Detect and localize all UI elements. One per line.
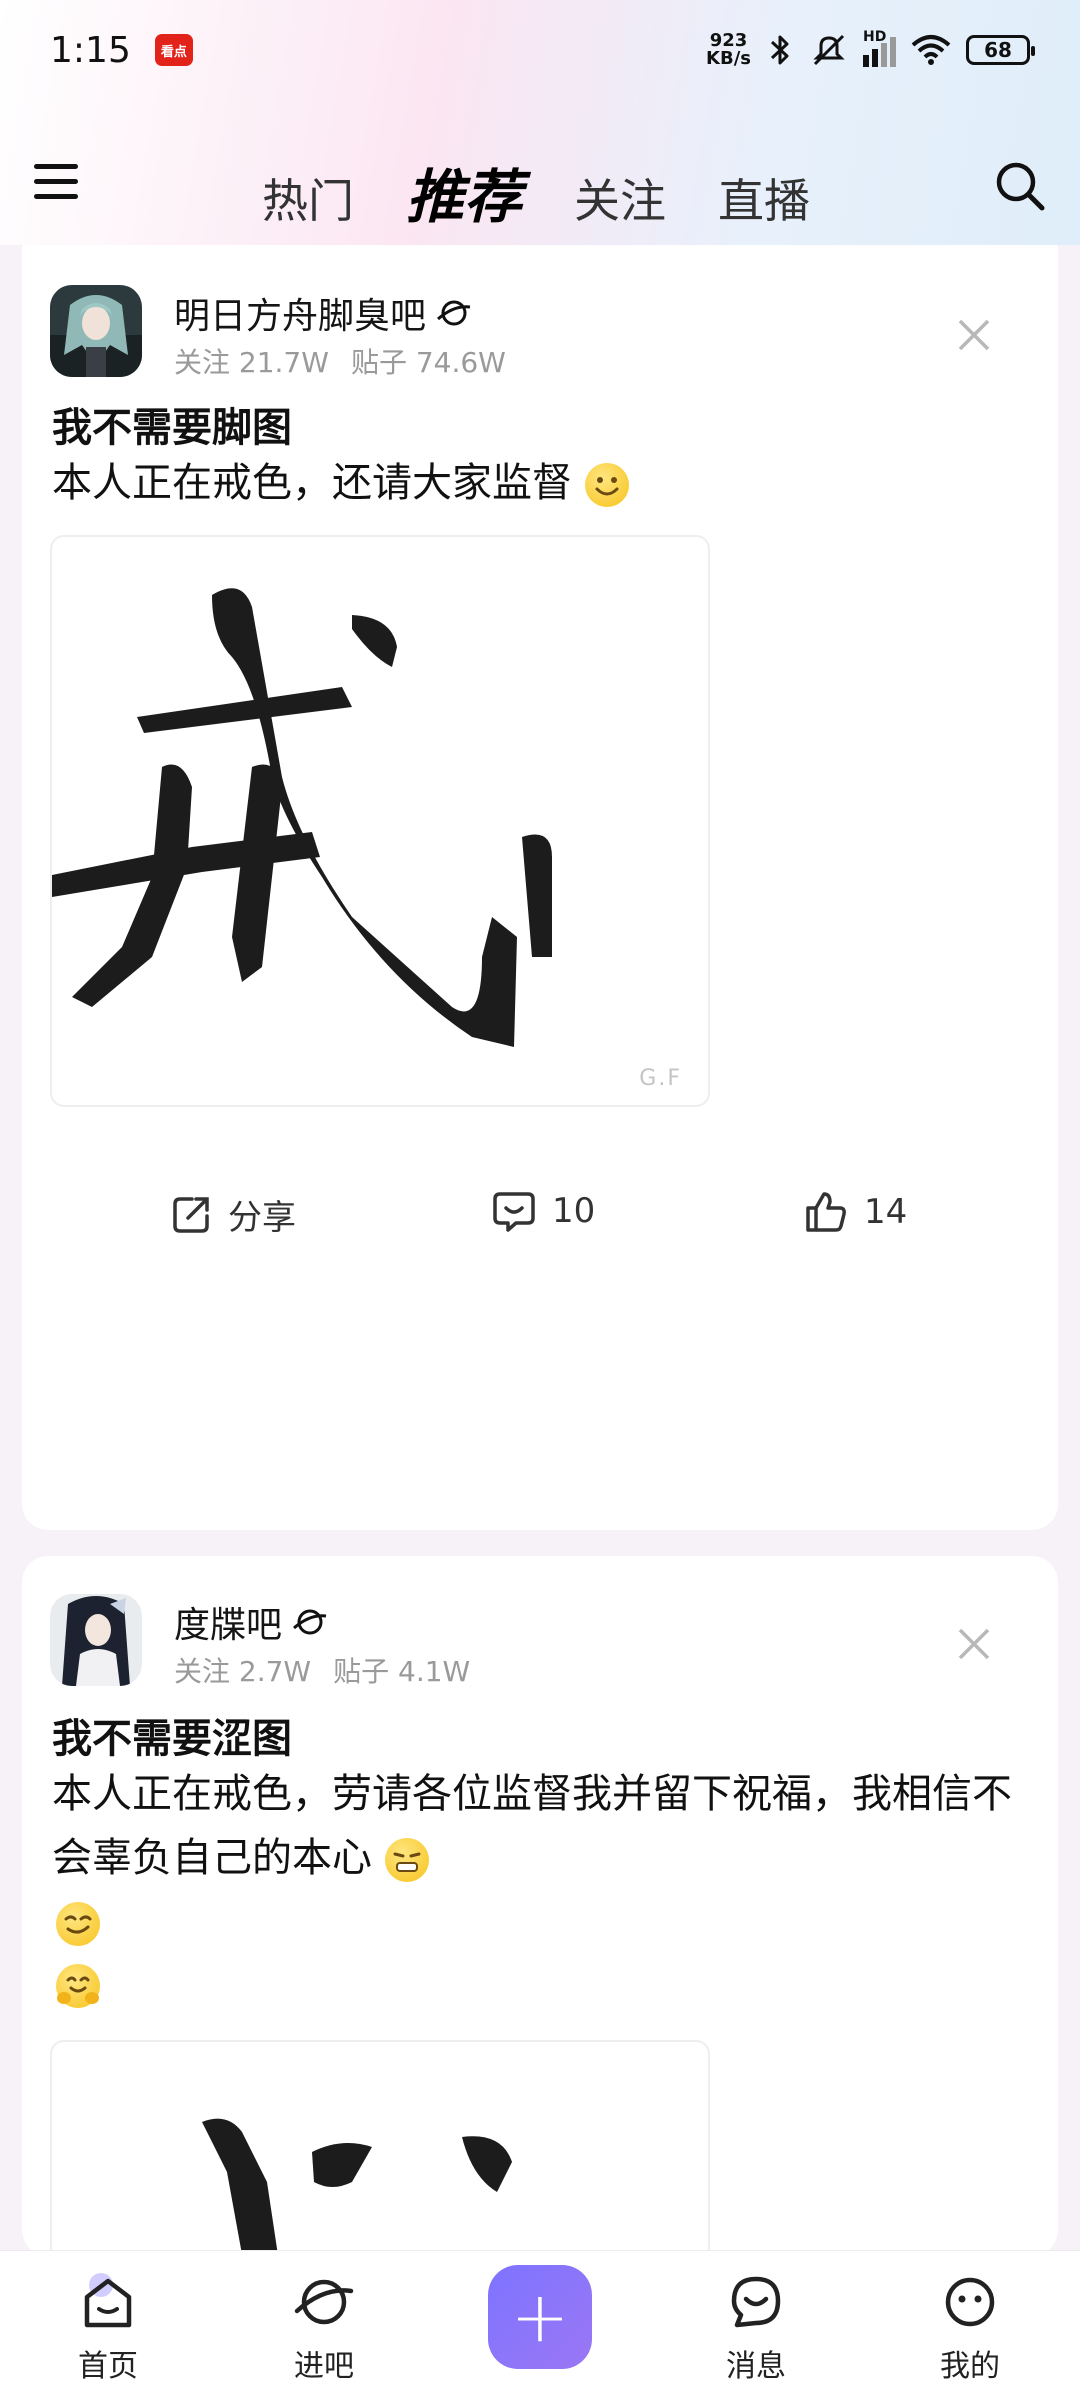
wifi-icon [911, 35, 951, 65]
like-count: 14 [864, 1192, 908, 1232]
news-app-icon: 看点 [154, 34, 193, 66]
post-image-gif[interactable]: G.F [50, 535, 710, 1107]
nav-forums[interactable]: 进吧 [254, 2251, 394, 2400]
share-button[interactable]: 分享 [170, 1190, 296, 1239]
forum-stats: 关注 21.7W 贴子 74.6W [174, 341, 506, 381]
planet-badge-icon [293, 1609, 327, 1635]
post-count: 贴子 4.1W [333, 1655, 471, 1688]
create-post-button[interactable]: + [488, 2265, 592, 2369]
top-nav: 热门 推荐 关注 直播 [0, 130, 1080, 240]
follow-count: 关注 21.7W [174, 346, 329, 379]
post-count: 贴子 74.6W [350, 346, 506, 379]
comment-count: 10 [552, 1191, 596, 1231]
signal-hd-label: HD [863, 29, 887, 45]
close-icon [958, 319, 990, 351]
dismiss-post-button[interactable] [954, 1624, 994, 1664]
post-body-text: 本人正在戒色，劳请各位监督我并留下祝福，我相信不会辜负自己的本心 [52, 1771, 1012, 1881]
forum-name-text: 度牒吧 [174, 1605, 283, 1646]
dismiss-post-button[interactable] [954, 315, 994, 355]
forum-avatar[interactable] [50, 1594, 142, 1686]
hamburger-icon [34, 164, 78, 169]
tab-following[interactable]: 关注 [574, 165, 666, 231]
planet-icon [294, 2279, 354, 2325]
grimace-emoji-icon [384, 1838, 429, 1882]
tab-hot[interactable]: 热门 [262, 165, 354, 231]
calligraphy-character-image [52, 588, 552, 1047]
share-icon [173, 1196, 209, 1233]
nav-messages[interactable]: 消息 [686, 2251, 826, 2400]
forum-avatar[interactable] [50, 285, 142, 377]
network-speed: 923 KB/s [706, 32, 751, 68]
post-header: 明日方舟脚臭吧 关注 21.7W 贴子 74.6W [50, 285, 1030, 379]
mute-icon [813, 34, 845, 66]
feed-tabs: 热门 推荐 关注 直播 [262, 150, 810, 240]
forum-stats: 关注 2.7W 贴子 4.1W [174, 1650, 470, 1690]
smirk-emoji-icon [56, 1902, 100, 1946]
home-icon [84, 2273, 132, 2328]
nav-messages-label: 消息 [726, 2349, 786, 2384]
comment-button[interactable]: 10 [492, 1190, 595, 1232]
post-image[interactable] [50, 2040, 710, 2280]
post-header: 度牒吧 关注 2.7W 贴子 4.1W [50, 1594, 1030, 1688]
nav-home-label: 首页 [78, 2349, 138, 2384]
plus-icon: + [510, 2276, 570, 2358]
status-bar: 1:15 看点 923 KB/s HD 68 [0, 0, 1080, 100]
nav-profile[interactable]: 我的 [900, 2251, 1040, 2400]
calligraphy-character-image [202, 2118, 512, 2278]
bluetooth-icon [770, 35, 789, 65]
forum-name-text: 明日方舟脚臭吧 [174, 296, 427, 337]
battery-level: 68 [984, 38, 1012, 62]
comment-icon [493, 1192, 535, 1232]
post-title[interactable]: 我不需要脚图 [52, 395, 292, 453]
smile-emoji-icon [584, 463, 629, 507]
planet-badge-icon [437, 300, 471, 326]
network-speed-unit: KB/s [706, 48, 751, 69]
nav-profile-label: 我的 [940, 2349, 1000, 2384]
post-body[interactable]: 本人正在戒色，劳请各位监督我并留下祝福，我相信不会辜负自己的本心 [52, 1762, 1042, 1890]
nav-home[interactable]: 首页 [38, 2251, 178, 2400]
profile-icon [945, 2277, 995, 2327]
search-icon [996, 162, 1045, 211]
hamburger-menu-button[interactable] [34, 164, 78, 204]
post-body[interactable]: 本人正在戒色，还请大家监督 [52, 451, 1042, 515]
post-card[interactable]: 度牒吧 关注 2.7W 贴子 4.1W 我不需要涩图 本人正在戒色，劳请各位监督… [22, 1556, 1058, 2280]
share-label: 分享 [228, 1198, 296, 1238]
post-card[interactable]: 明日方舟脚臭吧 关注 21.7W 贴子 74.6W 我不需要脚图 本人正在戒色，… [22, 245, 1058, 1530]
hug-emoji-icon [56, 1964, 100, 2008]
thumbs-up-icon [806, 1192, 846, 1232]
forum-name[interactable]: 度牒吧 [174, 1596, 328, 1648]
gif-badge: G.F [639, 1066, 682, 1091]
post-title[interactable]: 我不需要涩图 [52, 1706, 292, 1764]
battery-indicator: 68 [966, 35, 1035, 65]
like-button[interactable]: 14 [804, 1190, 907, 1234]
tab-live[interactable]: 直播 [718, 165, 810, 231]
follow-count: 关注 2.7W [174, 1655, 312, 1688]
close-icon [958, 1628, 990, 1660]
bottom-nav: 首页 进吧 + 消息 我的 [0, 2250, 1080, 2400]
tab-recommend[interactable]: 推荐 [406, 150, 522, 240]
nav-forums-label: 进吧 [294, 2349, 354, 2384]
signal-indicator: HD [863, 29, 896, 67]
message-icon [731, 2276, 781, 2328]
post-action-bar: 分享 10 14 [22, 1190, 1058, 1270]
status-indicators: 923 KB/s HD 68 [706, 29, 1035, 68]
post-body-text: 本人正在戒色，还请大家监督 [52, 460, 572, 506]
status-time: 1:15 [50, 29, 131, 71]
forum-name[interactable]: 明日方舟脚臭吧 [174, 287, 472, 339]
search-button[interactable] [994, 160, 1046, 212]
